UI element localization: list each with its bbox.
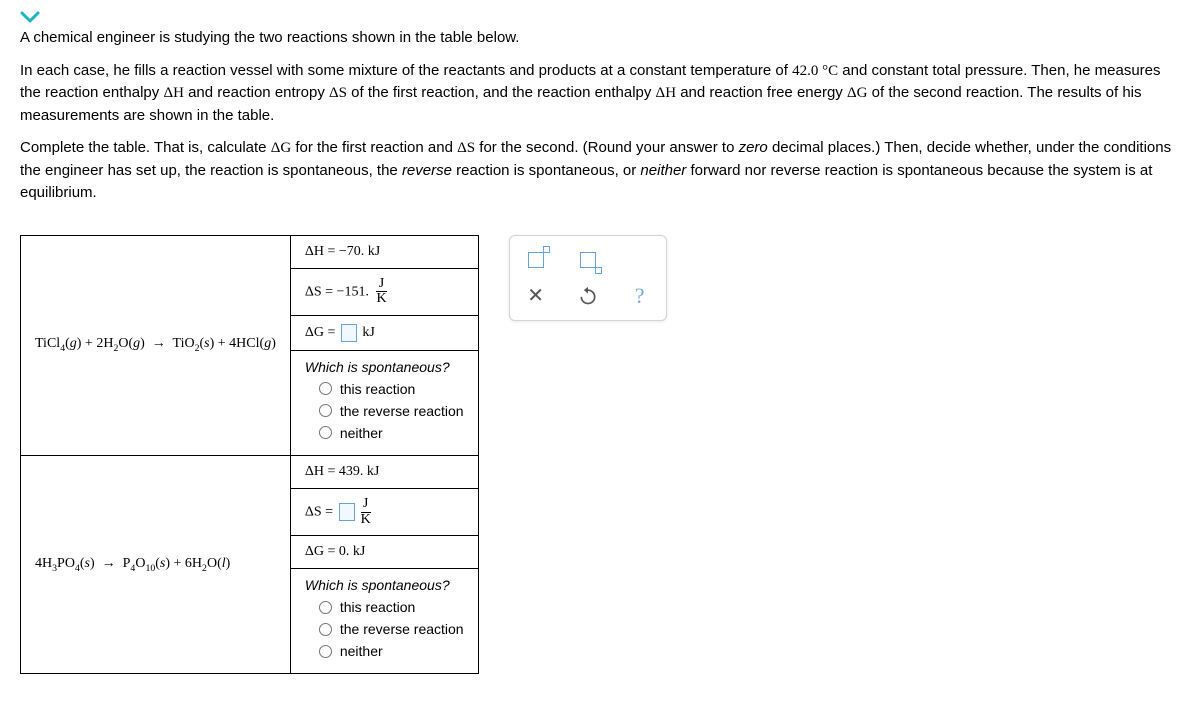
radio-label: this reaction (340, 381, 415, 397)
intro-text: In each case, he fills a reaction vessel… (20, 62, 792, 79)
r1-delta-h-cell: ΔH = −70. kJ (290, 235, 478, 268)
r1-radio-this[interactable] (319, 382, 332, 395)
r1-delta-g-input[interactable] (341, 324, 357, 342)
subscript-button[interactable] (576, 248, 600, 272)
chevron-down-icon[interactable] (20, 11, 40, 23)
reactions-table: TiCl4(g) + 2H2O(g) → TiO2(s) + 4HCl(g) Δ… (20, 235, 479, 675)
intro-text: Complete the table. That is, calculate (20, 139, 271, 156)
unit-fraction: JK (376, 277, 386, 307)
r1-radio-neither[interactable] (319, 426, 332, 439)
clear-button[interactable]: ✕ (524, 284, 548, 308)
delta-s: ΔS (329, 85, 347, 101)
delta-s-label: ΔS (305, 284, 322, 299)
frac-numerator: J (376, 277, 386, 292)
undo-button[interactable] (576, 284, 600, 308)
input-toolbox: ✕ ? (509, 235, 667, 321)
frac-denominator: K (376, 291, 386, 307)
delta-g: ΔG (847, 85, 867, 101)
r1-delta-g-cell: ΔG = kJ (290, 315, 478, 350)
equals: = (322, 504, 337, 519)
radio-label: neither (340, 643, 383, 659)
spontaneity-question: Which is spontaneous? (305, 359, 464, 375)
reaction-1-equation: TiCl4(g) + 2H2O(g) → TiO2(s) + 4HCl(g) (21, 235, 291, 455)
r2-delta-s-cell: ΔS = JK (290, 488, 478, 535)
r1-spontaneity-cell: Which is spontaneous? this reaction the … (290, 350, 478, 455)
help-button[interactable]: ? (628, 284, 652, 308)
r2-delta-g-cell: ΔG = 0. kJ (290, 536, 478, 569)
r2-radio-this[interactable] (319, 601, 332, 614)
delta-h-label: ΔH (305, 464, 324, 479)
delta-h-label: ΔH (305, 244, 324, 259)
intro-text: and reaction entropy (184, 84, 329, 101)
delta-h-value: = −70. kJ (324, 244, 380, 259)
intro-text: for the second. (Round your answer to (475, 139, 738, 156)
intro-text: A chemical engineer is studying the two … (20, 29, 519, 46)
unit-fraction: JK (361, 497, 371, 527)
delta-s-label: ΔS (305, 504, 322, 519)
reaction-2-equation: 4H3PO4(s) → P4O10(s) + 6H2O(l) (21, 455, 291, 673)
temperature-value: 42.0 °C (792, 63, 838, 79)
superscript-icon (528, 252, 544, 268)
frac-numerator: J (361, 497, 371, 512)
superscript-button[interactable] (524, 248, 548, 272)
intro-text: reaction is spontaneous, or (452, 162, 640, 179)
radio-label: neither (340, 425, 383, 441)
delta-g-label: ΔG (305, 544, 324, 559)
radio-label: the reverse reaction (340, 621, 464, 637)
delta-g-label: ΔG (305, 325, 324, 340)
r1-delta-s-cell: ΔS = −151. JK (290, 268, 478, 315)
delta-h-value: = 439. kJ (324, 464, 379, 479)
delta-h: ΔH (656, 85, 676, 101)
frac-denominator: K (361, 512, 371, 528)
problem-statement: A chemical engineer is studying the two … (20, 27, 1180, 205)
delta-h: ΔH (163, 85, 183, 101)
r2-radio-reverse[interactable] (319, 623, 332, 636)
intro-text: of the first reaction, and the reaction … (347, 84, 656, 101)
radio-label: the reverse reaction (340, 403, 464, 419)
r2-spontaneity-cell: Which is spontaneous? this reaction the … (290, 569, 478, 674)
delta-s-value: = −151. (322, 284, 373, 299)
neither-word: neither (640, 162, 686, 179)
subscript-icon (580, 252, 596, 268)
r2-delta-s-input[interactable] (339, 503, 355, 521)
equals: = (324, 325, 339, 340)
delta-g-value: = 0. kJ (324, 544, 365, 559)
delta-s: ΔS (457, 140, 475, 156)
delta-g: ΔG (271, 140, 291, 156)
delta-g-unit: kJ (359, 325, 375, 340)
r1-radio-reverse[interactable] (319, 404, 332, 417)
spontaneity-question: Which is spontaneous? (305, 577, 464, 593)
undo-icon (578, 286, 598, 306)
zero-word: zero (739, 139, 768, 156)
intro-text: for the first reaction and (291, 139, 457, 156)
r2-delta-h-cell: ΔH = 439. kJ (290, 455, 478, 488)
intro-text: and reaction free energy (676, 84, 847, 101)
r2-radio-neither[interactable] (319, 645, 332, 658)
radio-label: this reaction (340, 599, 415, 615)
reverse-word: reverse (402, 162, 452, 179)
